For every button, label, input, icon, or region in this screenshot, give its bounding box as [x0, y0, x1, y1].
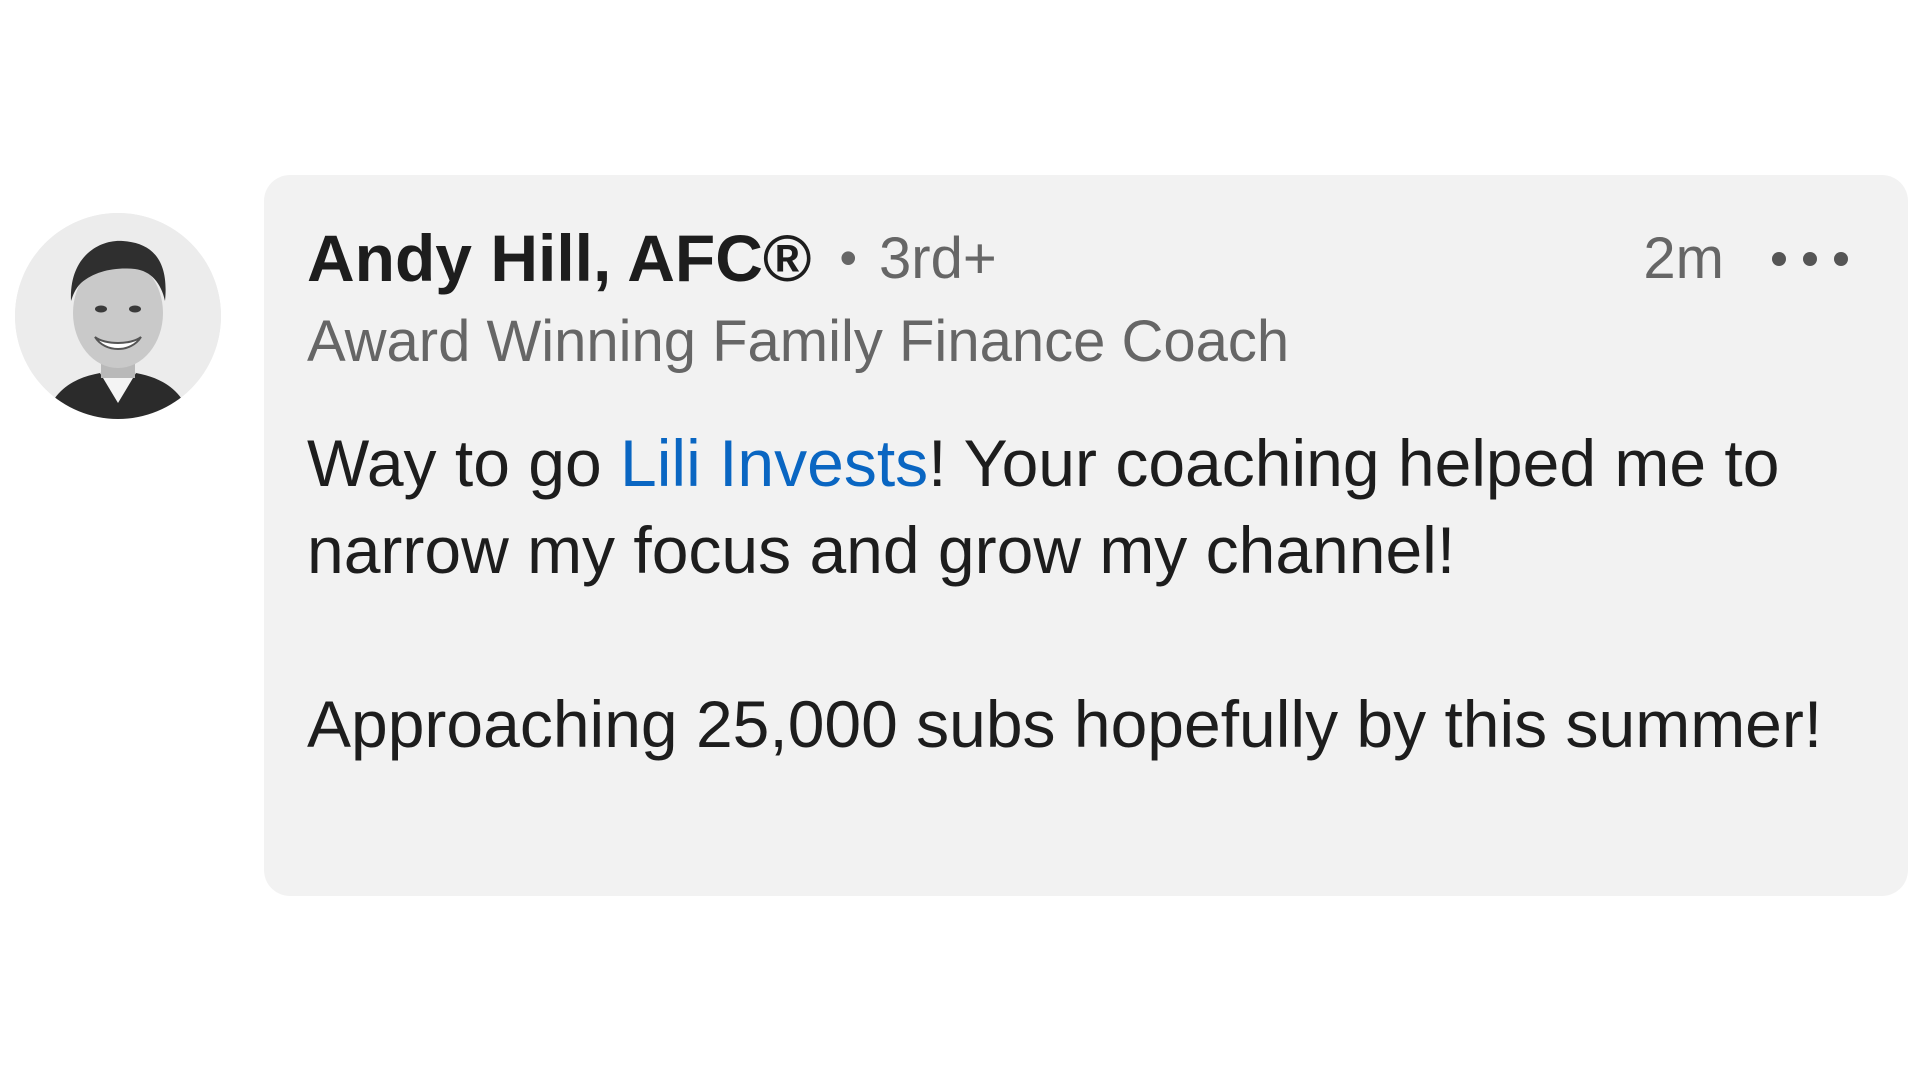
comment-header: Andy Hill, AFC® • 3rd+ — [307, 221, 997, 295]
more-horizontal-icon — [1772, 252, 1786, 266]
more-horizontal-icon — [1803, 252, 1817, 266]
author-name[interactable]: Andy Hill, AFC® — [307, 220, 812, 296]
comment-paragraph: Way to go Lili Invests! Your coaching he… — [307, 420, 1867, 594]
more-horizontal-icon — [1834, 252, 1848, 266]
separator-dot: • — [839, 230, 858, 286]
author-avatar[interactable] — [15, 213, 221, 419]
more-options-button[interactable] — [1772, 237, 1848, 281]
comment-text-prefix: Way to go — [307, 426, 621, 500]
comment-timestamp: 2m — [1643, 226, 1724, 291]
author-headline: Award Winning Family Finance Coach — [307, 309, 1290, 374]
avatar-photo — [15, 213, 221, 419]
comment-bubble: Andy Hill, AFC® • 3rd+ 2m Award Winning … — [264, 175, 1908, 896]
comment-paragraph: Approaching 25,000 subs hopefully by thi… — [307, 687, 1823, 761]
comment-text: Way to go Lili Invests! Your coaching he… — [307, 420, 1867, 768]
mention-link[interactable]: Lili Invests — [620, 426, 928, 500]
connection-degree: 3rd+ — [879, 225, 997, 291]
